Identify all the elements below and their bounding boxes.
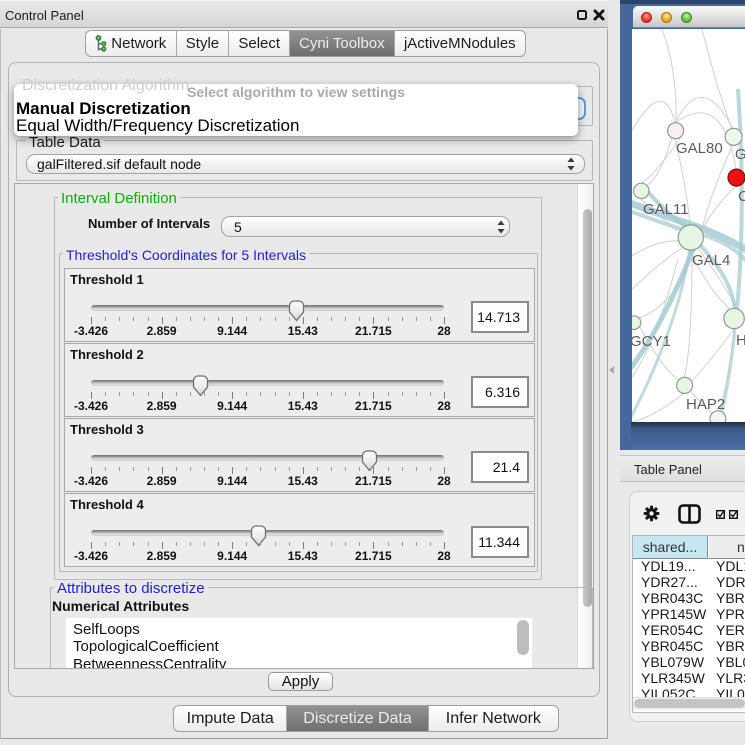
svg-text:HAP2: HAP2 bbox=[686, 396, 725, 413]
svg-text:GCY1: GCY1 bbox=[632, 333, 671, 350]
svg-text:GAL4: GAL4 bbox=[692, 252, 730, 269]
svg-text:C: C bbox=[738, 188, 745, 205]
svg-text:GAL11: GAL11 bbox=[643, 201, 689, 218]
svg-text:G.: G. bbox=[735, 146, 745, 163]
svg-text:GAL80: GAL80 bbox=[676, 140, 723, 157]
svg-text:H: H bbox=[736, 332, 745, 349]
